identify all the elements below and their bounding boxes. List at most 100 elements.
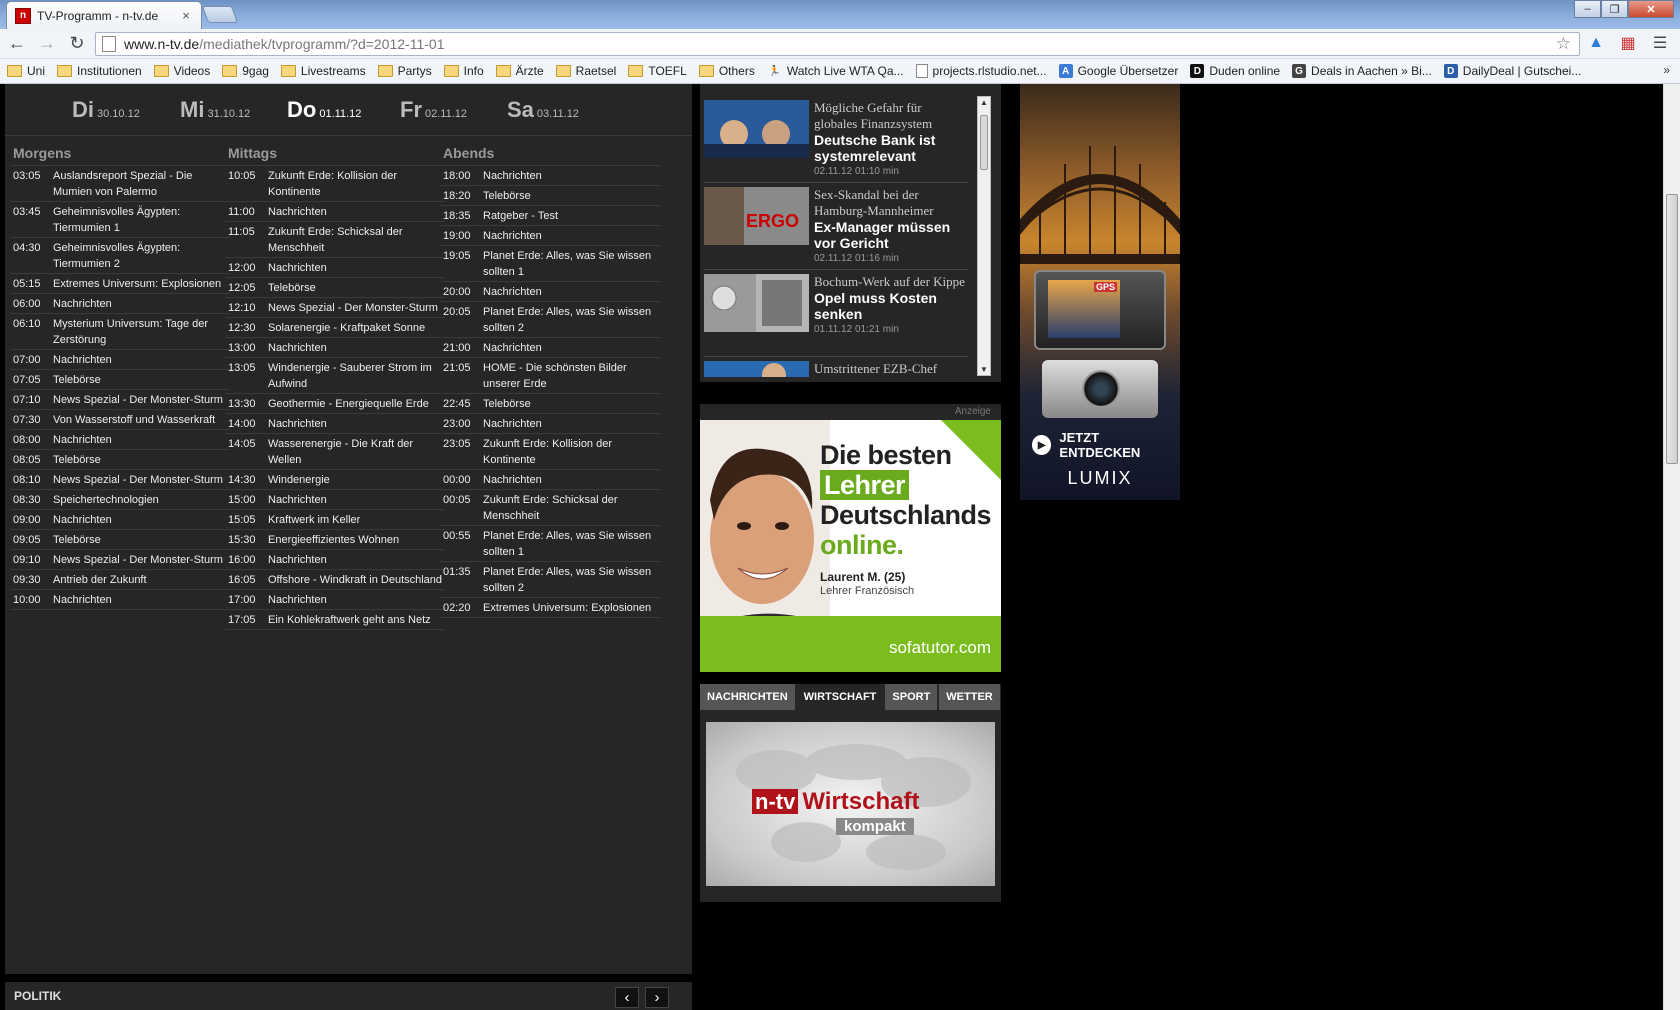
bookmark-info[interactable]: Info bbox=[443, 64, 484, 78]
bookmark-toefl[interactable]: TOEFL bbox=[628, 64, 687, 78]
program-row[interactable]: 14:05 Wasserenergie - Die Kraft der Welle… bbox=[225, 434, 445, 470]
program-row[interactable]: 07:00 Nachrichten bbox=[10, 350, 230, 370]
program-row[interactable]: 19:00 Nachrichten bbox=[440, 226, 660, 246]
next-arrow-button[interactable]: › bbox=[645, 987, 669, 1008]
day-tab-do[interactable]: Do 01.11.12 bbox=[287, 97, 361, 123]
program-row[interactable]: 12:00 Nachrichten bbox=[225, 258, 445, 278]
program-row[interactable]: 01:35 Planet Erde: Alles, was Sie wissen … bbox=[440, 562, 660, 598]
bookmark-projects-rlstudio-net[interactable]: projects.rlstudio.net... bbox=[915, 64, 1047, 78]
program-row[interactable]: 08:30 Speichertechnologien bbox=[10, 490, 230, 510]
program-row[interactable]: 04:30 Geheimnisvolles Ägypten: Tiermumien… bbox=[10, 238, 230, 274]
sofatutor-ad[interactable]: Die besten Lehrer Deutschlands online. L… bbox=[700, 420, 1001, 672]
program-row[interactable]: 03:45 Geheimnisvolles Ägypten: Tiermumien… bbox=[10, 202, 230, 238]
program-row[interactable]: 00:05 Zukunft Erde: Schicksal der Menschh… bbox=[440, 490, 660, 526]
program-row[interactable]: 08:10 News Spezial - Der Monster-Sturm bbox=[10, 470, 230, 490]
program-row[interactable]: 17:00 Nachrichten bbox=[225, 590, 445, 610]
program-row[interactable]: 13:00 Nachrichten bbox=[225, 338, 445, 358]
minimize-button[interactable]: – bbox=[1574, 0, 1601, 18]
program-row[interactable]: 23:00 Nachrichten bbox=[440, 414, 660, 434]
program-row[interactable]: 02:20 Extremes Universum: Explosionen bbox=[440, 598, 660, 618]
program-row[interactable]: 03:05 Auslandsreport Spezial - Die Mumien… bbox=[10, 166, 230, 202]
program-row[interactable]: 09:05 Telebörse bbox=[10, 530, 230, 550]
forward-arrow-icon[interactable]: → bbox=[34, 31, 60, 57]
new-tab-button[interactable] bbox=[201, 6, 239, 23]
program-row[interactable]: 20:00 Nachrichten bbox=[440, 282, 660, 302]
program-row[interactable]: 11:05 Zukunft Erde: Schicksal der Menschh… bbox=[225, 222, 445, 258]
bookmark-star-icon[interactable]: ☆ bbox=[1556, 34, 1571, 54]
translate-extension-icon[interactable]: ▲ bbox=[1586, 33, 1606, 53]
bookmark-videos[interactable]: Videos bbox=[153, 64, 210, 78]
bookmark--rzte[interactable]: Ärzte bbox=[495, 64, 544, 78]
prev-arrow-button[interactable]: ‹ bbox=[615, 987, 639, 1008]
bookmarks-more-button[interactable]: » bbox=[1663, 63, 1670, 77]
bookmark-others[interactable]: Others bbox=[698, 64, 755, 78]
program-row[interactable]: 08:00 Nachrichten bbox=[10, 430, 230, 450]
browser-tab[interactable]: n TV-Programm - n-tv.de × bbox=[6, 1, 202, 29]
program-row[interactable]: 15:05 Kraftwerk im Keller bbox=[225, 510, 445, 530]
news-scrollbar[interactable]: ▲ ▼ bbox=[977, 96, 991, 376]
day-tab-di[interactable]: Di 30.10.12 bbox=[72, 97, 140, 123]
program-row[interactable]: 10:00 Nachrichten bbox=[10, 590, 230, 610]
back-arrow-icon[interactable]: ← bbox=[4, 31, 30, 57]
lumix-cta-button[interactable]: ▶ JETZT ENTDECKEN bbox=[1032, 430, 1180, 460]
video-thumbnail[interactable]: n-tv Wirtschaft kompakt bbox=[706, 722, 995, 886]
address-bar[interactable]: www.n-tv.de/mediathek/tvprogramm/?d=2012… bbox=[95, 32, 1580, 56]
bookmark-dailydeal-gutschei[interactable]: D DailyDeal | Gutschei... bbox=[1443, 64, 1581, 78]
program-row[interactable]: 12:05 Telebörse bbox=[225, 278, 445, 298]
tab-wirtschaft[interactable]: WIRTSCHAFT bbox=[796, 684, 884, 710]
bookmark-google-bersetzer[interactable]: A Google Übersetzer bbox=[1058, 64, 1178, 78]
news-item[interactable]: Umstrittener EZB-Chef bbox=[704, 357, 968, 377]
program-row[interactable]: 06:10 Mysterium Universum: Tage der Zerst… bbox=[10, 314, 230, 350]
program-row[interactable]: 16:00 Nachrichten bbox=[225, 550, 445, 570]
day-tab-sa[interactable]: Sa 03.11.12 bbox=[507, 97, 579, 123]
program-row[interactable]: 22:45 Telebörse bbox=[440, 394, 660, 414]
menu-icon[interactable]: ☰ bbox=[1650, 33, 1670, 53]
program-row[interactable]: 08:05 Telebörse bbox=[10, 450, 230, 470]
page-scrollbar-thumb[interactable] bbox=[1666, 194, 1678, 464]
tab-sport[interactable]: SPORT bbox=[885, 684, 938, 710]
news-item[interactable]: Mögliche Gefahr für globales Finanzsyste… bbox=[704, 96, 968, 183]
tab-wetter[interactable]: WETTER bbox=[939, 684, 1000, 710]
program-row[interactable]: 12:10 News Spezial - Der Monster-Sturm bbox=[225, 298, 445, 318]
program-row[interactable]: 06:00 Nachrichten bbox=[10, 294, 230, 314]
day-tab-mi[interactable]: Mi 31.10.12 bbox=[180, 97, 250, 123]
bookmark-partys[interactable]: Partys bbox=[377, 64, 432, 78]
program-row[interactable]: 17:05 Ein Kohlekraftwerk geht ans Netz bbox=[225, 610, 445, 630]
tab-close-icon[interactable]: × bbox=[179, 8, 193, 23]
program-row[interactable]: 07:10 News Spezial - Der Monster-Sturm bbox=[10, 390, 230, 410]
program-row[interactable]: 14:00 Nachrichten bbox=[225, 414, 445, 434]
program-row[interactable]: 14:30 Windenergie bbox=[225, 470, 445, 490]
bookmark-watch-live-wta-qa[interactable]: 🏃 Watch Live WTA Qa... bbox=[767, 64, 903, 78]
program-row[interactable]: 09:10 News Spezial - Der Monster-Sturm bbox=[10, 550, 230, 570]
program-row[interactable]: 23:05 Zukunft Erde: Kollision der Kontine… bbox=[440, 434, 660, 470]
reload-icon[interactable]: ↻ bbox=[64, 31, 90, 57]
day-tab-fr[interactable]: Fr 02.11.12 bbox=[400, 97, 467, 123]
program-row[interactable]: 11:00 Nachrichten bbox=[225, 202, 445, 222]
program-row[interactable]: 10:05 Zukunft Erde: Kollision der Kontine… bbox=[225, 166, 445, 202]
bookmark-9gag[interactable]: 9gag bbox=[222, 64, 269, 78]
bookmark-duden-online[interactable]: D Duden online bbox=[1190, 64, 1280, 78]
news-item[interactable]: ERGO Sex-Skandal bei der Hamburg-Mannheim… bbox=[704, 183, 968, 270]
program-row[interactable]: 09:30 Antrieb der Zukunft bbox=[10, 570, 230, 590]
maximize-button[interactable]: ❐ bbox=[1601, 0, 1628, 18]
program-row[interactable]: 18:35 Ratgeber - Test bbox=[440, 206, 660, 226]
program-row[interactable]: 05:15 Extremes Universum: Explosionen bbox=[10, 274, 230, 294]
program-row[interactable]: 18:20 Telebörse bbox=[440, 186, 660, 206]
program-row[interactable]: 16:05 Offshore - Windkraft in Deutschland bbox=[225, 570, 445, 590]
extension-icon[interactable]: ▦ bbox=[1618, 33, 1638, 53]
close-window-button[interactable]: ✕ bbox=[1628, 0, 1674, 18]
program-row[interactable]: 19:05 Planet Erde: Alles, was Sie wissen … bbox=[440, 246, 660, 282]
program-row[interactable]: 13:05 Windenergie - Sauberer Strom im Auf… bbox=[225, 358, 445, 394]
page-scrollbar[interactable] bbox=[1663, 84, 1680, 1010]
program-row[interactable]: 20:05 Planet Erde: Alles, was Sie wissen … bbox=[440, 302, 660, 338]
program-row[interactable]: 00:00 Nachrichten bbox=[440, 470, 660, 490]
program-row[interactable]: 21:00 Nachrichten bbox=[440, 338, 660, 358]
lumix-ad[interactable]: GPS ▶ JETZT ENTDECKEN LUMIX bbox=[1020, 84, 1180, 500]
program-row[interactable]: 15:00 Nachrichten bbox=[225, 490, 445, 510]
program-row[interactable]: 09:00 Nachrichten bbox=[10, 510, 230, 530]
program-row[interactable]: 13:30 Geothermie - Energiequelle Erde bbox=[225, 394, 445, 414]
program-row[interactable]: 18:00 Nachrichten bbox=[440, 166, 660, 186]
tab-nachrichten[interactable]: NACHRICHTEN bbox=[700, 684, 795, 710]
program-row[interactable]: 00:55 Planet Erde: Alles, was Sie wissen … bbox=[440, 526, 660, 562]
bookmark-livestreams[interactable]: Livestreams bbox=[280, 64, 366, 78]
